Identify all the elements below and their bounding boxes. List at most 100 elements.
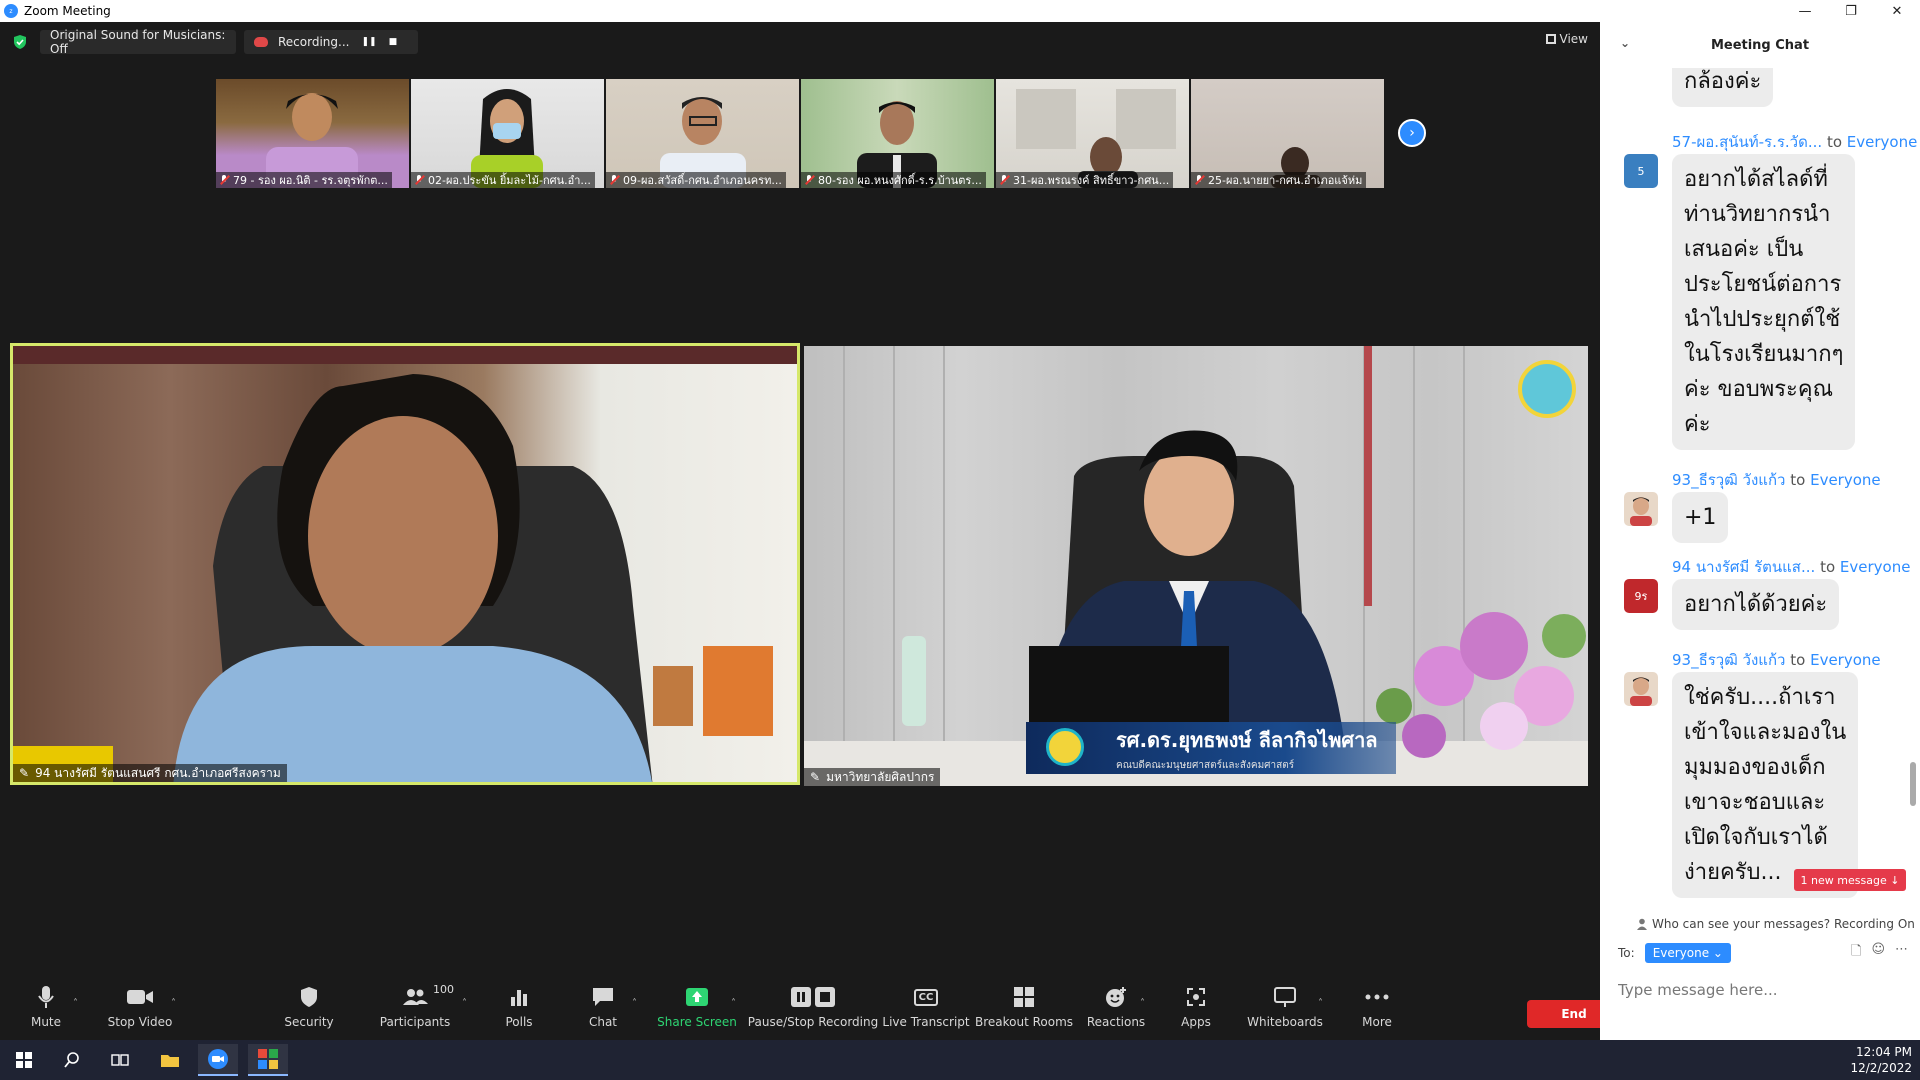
chat-message-input[interactable] bbox=[1618, 978, 1902, 1002]
more-button[interactable]: More bbox=[1362, 972, 1392, 1040]
participants-options-caret-icon[interactable]: ˄ bbox=[462, 998, 467, 1009]
apps-button[interactable]: Apps bbox=[1180, 972, 1212, 1040]
grid-view-icon bbox=[1545, 34, 1556, 44]
task-view-icon[interactable] bbox=[100, 1044, 140, 1076]
participant-thumbnail-strip: 79 - รอง ผอ.นิติ - รร.จตุรพักต... 02-ผอ.… bbox=[216, 79, 1384, 188]
close-window-button[interactable]: ✕ bbox=[1874, 0, 1920, 22]
breakout-rooms-button[interactable]: Breakout Rooms bbox=[975, 972, 1073, 1040]
chat-message-sender[interactable]: 57-ผอ.สุนันท์-ร.ร.วัด... to Everyone bbox=[1672, 130, 1917, 154]
restore-button[interactable]: ❐ bbox=[1828, 0, 1874, 22]
recipient-dropdown[interactable]: Everyone ⌄ bbox=[1644, 943, 1731, 963]
university-logo bbox=[1518, 360, 1576, 418]
stop-recording-button[interactable]: ■ bbox=[389, 37, 398, 47]
system-clock[interactable]: 12:04 PM 12/2/2022 bbox=[1850, 1044, 1912, 1076]
participant-name-label: 09-ผอ.สวัสดิ์-กศน.อำเภอนครท... bbox=[606, 172, 786, 188]
chat-bubble-icon bbox=[593, 988, 613, 1006]
chat-message-text: อยากได้ด้วยค่ะ bbox=[1672, 579, 1840, 630]
more-options-icon[interactable]: ⋯ bbox=[1895, 942, 1908, 964]
speaker-video-icon bbox=[804, 346, 1588, 786]
who-can-see-messages[interactable]: Who can see your messages? Recording On bbox=[1636, 917, 1915, 931]
nameplate-subtitle: คณบดีคณะมนุษยศาสตร์และสังคมศาสตร์ bbox=[1116, 759, 1295, 771]
collapse-chevron-icon[interactable]: ⌄ bbox=[1620, 36, 1630, 50]
zoom-logo-icon: z bbox=[4, 4, 18, 18]
participant-thumbnail[interactable]: 31-ผอ.พรณรงค์ สิทธิ์ขาว-กศน... bbox=[996, 79, 1189, 188]
participant-thumbnail[interactable]: 02-ผอ.ประขัน ยิ้มละไม้-กศน.อำ... bbox=[411, 79, 604, 188]
chat-message-sender[interactable]: 94 นางรัศมี รัตนแส... to Everyone bbox=[1672, 555, 1910, 579]
participant-thumbnail[interactable]: 09-ผอ.สวัสดิ์-กศน.อำเภอนครท... bbox=[606, 79, 799, 188]
chat-header: ⌄ Meeting Chat bbox=[1600, 22, 1920, 68]
zoom-taskbar-icon[interactable] bbox=[198, 1044, 238, 1076]
participant-name-label: 80-รอง ผอ.หนงศักดิ์-ร.ร.บ้านตร... bbox=[801, 172, 986, 188]
pause-stop-recording-button[interactable]: Pause/Stop Recording bbox=[748, 972, 878, 1040]
pause-stop-recording-icon bbox=[791, 987, 835, 1007]
video-options-caret-icon[interactable]: ˄ bbox=[171, 998, 176, 1009]
reactions-options-caret-icon[interactable]: ˄ bbox=[1140, 998, 1145, 1009]
emoji-icon[interactable]: ☺ bbox=[1871, 942, 1885, 964]
pin-icon: ✎ bbox=[19, 766, 30, 780]
stop-video-button[interactable]: Stop Video bbox=[104, 972, 176, 1040]
reactions-emoji-icon bbox=[1106, 987, 1126, 1007]
avatar bbox=[1624, 672, 1658, 706]
participant-name-label: 31-ผอ.พรณรงค์ สิทธิ์ขาว-กศน... bbox=[996, 172, 1174, 188]
avatar-photo-icon bbox=[1630, 677, 1652, 706]
cloud-recording-icon bbox=[254, 37, 268, 47]
participants-button[interactable]: 100 Participants bbox=[380, 972, 454, 1040]
share-screen-icon bbox=[686, 988, 708, 1006]
meeting-top-bar: Original Sound for Musicians: Off Record… bbox=[0, 22, 1600, 62]
app-taskbar-icon[interactable] bbox=[248, 1044, 288, 1076]
clock-date: 12/2/2022 bbox=[1850, 1061, 1912, 1075]
participant-thumbnail[interactable]: 25-ผอ.นายยา-กศน.อำเภอแจ้ห่ม bbox=[1191, 79, 1384, 188]
video-camera-icon bbox=[127, 990, 153, 1004]
speaker-nameplate: รศ.ดร.ยุทธพงษ์ ลีลากิจไพศาล คณบดีคณะมนุษ… bbox=[1026, 722, 1396, 774]
participant-thumbnail[interactable]: 80-รอง ผอ.หนงศักดิ์-ร.ร.บ้านตร... bbox=[801, 79, 994, 188]
file-explorer-icon[interactable] bbox=[150, 1044, 190, 1076]
recording-indicator: Recording... ❚❚ ■ bbox=[244, 30, 418, 54]
breakout-rooms-icon bbox=[1014, 987, 1034, 1007]
whiteboards-button[interactable]: Whiteboards bbox=[1247, 972, 1323, 1040]
participants-icon bbox=[403, 989, 428, 1005]
mute-button[interactable]: Mute bbox=[22, 972, 70, 1040]
minimize-button[interactable]: — bbox=[1782, 0, 1828, 22]
nameplate-name: รศ.ดร.ยุทธพงษ์ ลีลากิจไพศาล bbox=[1116, 727, 1378, 752]
original-sound-toggle[interactable]: Original Sound for Musicians: Off bbox=[40, 28, 236, 56]
chat-button[interactable]: Chat bbox=[588, 972, 618, 1040]
chat-message-sender[interactable]: 93_ธีรวุฒิ วังแก้ว to Everyone bbox=[1672, 648, 1881, 672]
speaker-video[interactable]: รศ.ดร.ยุทธพงษ์ ลีลากิจไพศาล คณบดีคณะมนุษ… bbox=[804, 346, 1588, 786]
active-speaker-name-label: ✎ 94 นางรัศมี รัตนแสนศรี กศน.อำเภอศรีสงคร… bbox=[13, 764, 287, 782]
windows-start-icon[interactable] bbox=[4, 1044, 44, 1076]
participant-name-label: 25-ผอ.นายยา-กศน.อำเภอแจ้ห่ม bbox=[1191, 172, 1367, 188]
chat-scrollbar[interactable] bbox=[1910, 762, 1916, 806]
polls-button[interactable]: Polls bbox=[500, 972, 538, 1040]
avatar bbox=[1624, 492, 1658, 526]
view-label: View bbox=[1559, 32, 1588, 46]
whiteboards-options-caret-icon[interactable]: ˄ bbox=[1318, 998, 1323, 1009]
active-speaker-video[interactable]: ✎ 94 นางรัศมี รัตนแสนศรี กศน.อำเภอศรีสงคร… bbox=[10, 343, 800, 785]
file-icon[interactable]: 🗋 bbox=[1851, 942, 1861, 964]
pin-icon: ✎ bbox=[810, 770, 821, 784]
speaker-name-label: ✎ มหาวิทยาลัยศิลปากร bbox=[804, 768, 941, 786]
security-button[interactable]: Security bbox=[284, 972, 334, 1040]
view-button[interactable]: View bbox=[1545, 32, 1588, 46]
more-dots-icon bbox=[1365, 994, 1389, 1000]
chat-options-caret-icon[interactable]: ˄ bbox=[632, 998, 637, 1009]
participant-name-label: 02-ผอ.ประขัน ยิ้มละไม้-กศน.อำ... bbox=[411, 172, 595, 188]
encryption-shield-icon[interactable] bbox=[12, 34, 28, 50]
new-message-indicator[interactable]: 1 new message ↓ bbox=[1794, 869, 1906, 891]
nameplate-logo bbox=[1046, 728, 1084, 766]
pause-recording-button[interactable]: ❚❚ bbox=[361, 37, 376, 47]
participant-thumbnail[interactable]: 79 - รอง ผอ.นิติ - รร.จตุรพักต... bbox=[216, 79, 409, 188]
share-options-caret-icon[interactable]: ˄ bbox=[731, 998, 736, 1009]
mic-muted-icon bbox=[414, 175, 424, 185]
next-page-arrow-icon[interactable]: › bbox=[1398, 119, 1426, 147]
share-screen-button[interactable]: Share Screen bbox=[657, 972, 737, 1040]
search-icon[interactable] bbox=[52, 1044, 92, 1076]
chat-message-sender[interactable]: 93_ธีรวุฒิ วังแก้ว to Everyone bbox=[1672, 468, 1881, 492]
chat-message-text: กล้องค่ะ bbox=[1672, 68, 1774, 107]
avatar: 5 bbox=[1624, 154, 1658, 188]
to-label: To: bbox=[1618, 946, 1635, 960]
reactions-button[interactable]: Reactions bbox=[1087, 972, 1145, 1040]
chat-message-text: +1 bbox=[1672, 492, 1729, 543]
live-transcript-button[interactable]: CC Live Transcript bbox=[882, 972, 970, 1040]
audio-options-caret-icon[interactable]: ˄ bbox=[73, 998, 78, 1009]
chat-message-list[interactable]: กล้องค่ะ 57-ผอ.สุนันท์-ร.ร.วัด... to Eve… bbox=[1600, 68, 1920, 903]
